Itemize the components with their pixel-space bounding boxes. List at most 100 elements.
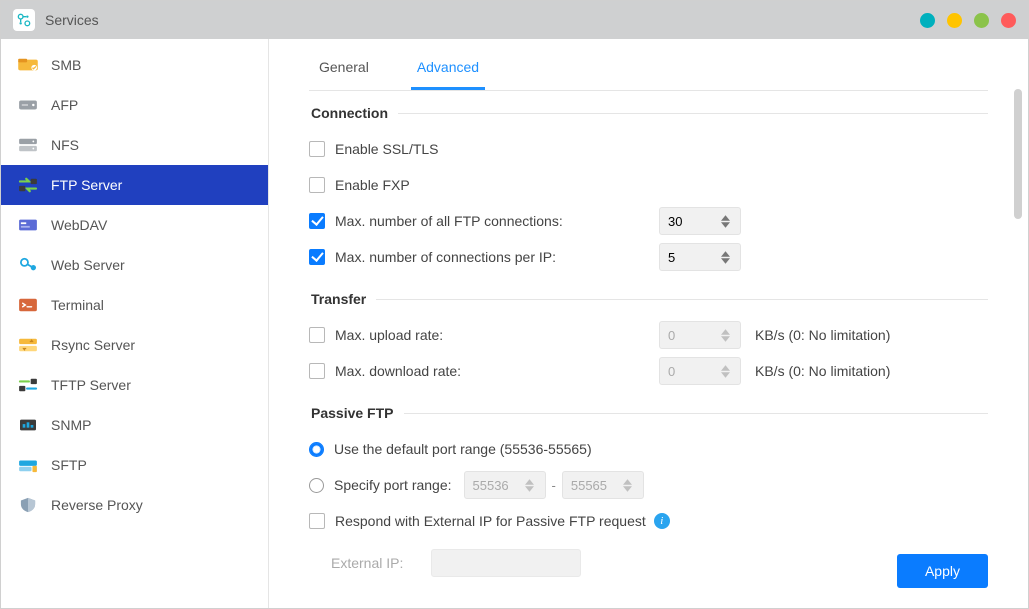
radio-specify-port-range[interactable] bbox=[309, 478, 324, 493]
spinner-arrows bbox=[714, 358, 736, 384]
apply-button[interactable]: Apply bbox=[897, 554, 988, 588]
webdav-icon bbox=[17, 217, 39, 233]
body: SMB AFP NFS FTP Server bbox=[1, 39, 1028, 608]
snmp-icon bbox=[17, 417, 39, 433]
label-max-download: Max. download rate: bbox=[335, 363, 461, 379]
group-passive-ftp: Passive FTP Use the default port range (… bbox=[309, 405, 988, 583]
input-max-download bbox=[660, 364, 714, 379]
shield-icon bbox=[17, 497, 39, 513]
label-enable-fxp: Enable FXP bbox=[335, 177, 410, 193]
sidebar-item-rsync-server[interactable]: Rsync Server bbox=[1, 325, 268, 365]
sidebar-item-label: Terminal bbox=[51, 297, 104, 313]
drive-stack-icon bbox=[17, 137, 39, 153]
sidebar-item-label: AFP bbox=[51, 97, 78, 113]
folder-share-icon bbox=[17, 57, 39, 73]
tftp-icon bbox=[17, 377, 39, 393]
checkbox-max-download[interactable] bbox=[309, 363, 325, 379]
terminal-icon bbox=[17, 297, 39, 313]
tab-advanced[interactable]: Advanced bbox=[411, 45, 485, 90]
spinner-arrows bbox=[714, 322, 736, 348]
spinner-max-upload[interactable] bbox=[659, 321, 741, 349]
main-panel: General Advanced Connection Enable SSL/T… bbox=[269, 39, 1028, 608]
label-respond-external-ip: Respond with External IP for Passive FTP… bbox=[335, 513, 646, 529]
checkbox-max-all-connections[interactable] bbox=[309, 213, 325, 229]
window-title: Services bbox=[45, 12, 99, 28]
input-max-all-connections[interactable] bbox=[660, 214, 714, 229]
tab-general[interactable]: General bbox=[313, 45, 375, 90]
window-button-3[interactable] bbox=[974, 13, 989, 28]
sidebar-item-smb[interactable]: SMB bbox=[1, 45, 268, 85]
sftp-icon bbox=[17, 457, 39, 473]
group-legend-transfer: Transfer bbox=[309, 291, 376, 307]
input-external-ip bbox=[431, 549, 581, 577]
label-specify-port-range: Specify port range: bbox=[334, 477, 452, 493]
label-external-ip: External IP: bbox=[331, 555, 431, 571]
sidebar-item-web-server[interactable]: Web Server bbox=[1, 245, 268, 285]
sidebar-item-label: SMB bbox=[51, 57, 81, 73]
input-max-per-ip[interactable] bbox=[660, 250, 714, 265]
label-max-all-connections: Max. number of all FTP connections: bbox=[335, 213, 563, 229]
spinner-arrows[interactable] bbox=[714, 208, 736, 234]
sidebar-item-tftp-server[interactable]: TFTP Server bbox=[1, 365, 268, 405]
sidebar-item-webdav[interactable]: WebDAV bbox=[1, 205, 268, 245]
sidebar-item-snmp[interactable]: SNMP bbox=[1, 405, 268, 445]
label-default-port-range: Use the default port range (55536-55565) bbox=[334, 441, 592, 457]
sidebar-item-label: SNMP bbox=[51, 417, 91, 433]
sidebar-item-sftp[interactable]: SFTP bbox=[1, 445, 268, 485]
drive-icon bbox=[17, 97, 39, 113]
window-button-2[interactable] bbox=[947, 13, 962, 28]
checkbox-enable-ssl[interactable] bbox=[309, 141, 325, 157]
port-range-dash: - bbox=[552, 478, 556, 493]
spinner-max-per-ip[interactable] bbox=[659, 243, 741, 271]
group-legend-passive: Passive FTP bbox=[309, 405, 404, 421]
window-button-1[interactable] bbox=[920, 13, 935, 28]
radio-default-port-range[interactable] bbox=[309, 442, 324, 457]
sidebar: SMB AFP NFS FTP Server bbox=[1, 39, 269, 608]
sidebar-item-label: NFS bbox=[51, 137, 79, 153]
titlebar: Services bbox=[1, 1, 1028, 39]
spinner-max-all-connections[interactable] bbox=[659, 207, 741, 235]
spinner-arrows bbox=[617, 472, 639, 498]
checkbox-respond-external-ip[interactable] bbox=[309, 513, 325, 529]
info-icon[interactable]: i bbox=[654, 513, 670, 529]
label-max-per-ip: Max. number of connections per IP: bbox=[335, 249, 556, 265]
spinner-max-download[interactable] bbox=[659, 357, 741, 385]
input-port-from bbox=[465, 478, 519, 493]
window-button-close[interactable] bbox=[1001, 13, 1016, 28]
sidebar-item-label: Web Server bbox=[51, 257, 125, 273]
checkbox-max-upload[interactable] bbox=[309, 327, 325, 343]
group-transfer: Transfer Max. upload rate: bbox=[309, 291, 988, 391]
sidebar-item-label: FTP Server bbox=[51, 177, 122, 193]
unit-upload: KB/s (0: No limitation) bbox=[755, 327, 890, 343]
label-max-upload: Max. upload rate: bbox=[335, 327, 443, 343]
input-max-upload bbox=[660, 328, 714, 343]
spinner-arrows[interactable] bbox=[714, 244, 736, 270]
spinner-port-to[interactable] bbox=[562, 471, 644, 499]
sidebar-item-nfs[interactable]: NFS bbox=[1, 125, 268, 165]
spinner-port-from[interactable] bbox=[464, 471, 546, 499]
sidebar-item-label: Reverse Proxy bbox=[51, 497, 143, 513]
sidebar-item-reverse-proxy[interactable]: Reverse Proxy bbox=[1, 485, 268, 525]
footer: Apply bbox=[897, 554, 988, 588]
ftp-transfer-icon bbox=[17, 177, 39, 193]
group-connection: Connection Enable SSL/TLS Enable FXP Max… bbox=[309, 105, 988, 277]
scrollbar[interactable] bbox=[1014, 89, 1022, 548]
sidebar-item-label: SFTP bbox=[51, 457, 87, 473]
sidebar-item-ftp-server[interactable]: FTP Server bbox=[1, 165, 268, 205]
sidebar-item-label: WebDAV bbox=[51, 217, 107, 233]
sidebar-item-terminal[interactable]: Terminal bbox=[1, 285, 268, 325]
spinner-arrows bbox=[519, 472, 541, 498]
input-port-to bbox=[563, 478, 617, 493]
sidebar-item-afp[interactable]: AFP bbox=[1, 85, 268, 125]
web-server-icon bbox=[17, 257, 39, 273]
checkbox-max-per-ip[interactable] bbox=[309, 249, 325, 265]
app-window: Services SMB AFP bbox=[0, 0, 1029, 609]
services-app-icon bbox=[13, 9, 35, 31]
unit-download: KB/s (0: No limitation) bbox=[755, 363, 890, 379]
scrollbar-thumb[interactable] bbox=[1014, 89, 1022, 219]
checkbox-enable-fxp[interactable] bbox=[309, 177, 325, 193]
tabs: General Advanced bbox=[309, 45, 988, 91]
rsync-icon bbox=[17, 337, 39, 353]
sidebar-item-label: Rsync Server bbox=[51, 337, 135, 353]
group-legend-connection: Connection bbox=[309, 105, 398, 121]
